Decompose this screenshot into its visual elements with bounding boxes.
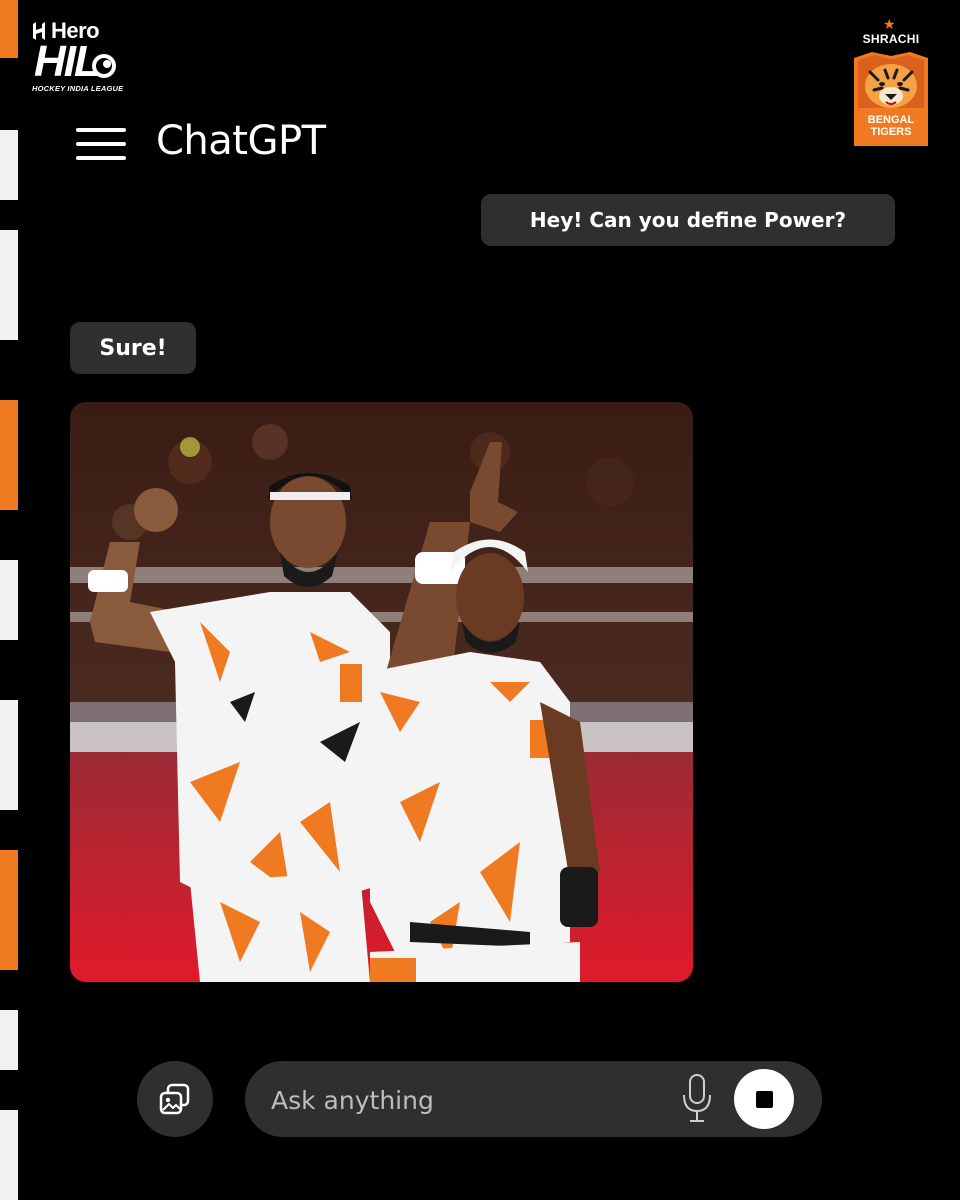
team-name-line2: TIGERS <box>870 126 912 138</box>
message-input[interactable] <box>269 1079 673 1121</box>
hockey-india-league-logo: Hero HIL HOCKEY INDIA LEAGUE <box>32 18 132 98</box>
microphone-button[interactable] <box>681 1073 713 1125</box>
players-celebrating-photo <box>70 402 693 982</box>
image-attach-icon <box>159 1083 190 1115</box>
user-message-bubble: Hey! Can you define Power? <box>481 194 895 246</box>
attach-image-button[interactable] <box>137 1061 213 1137</box>
left-decorative-strip <box>0 0 20 1200</box>
assistant-message-text: Sure! <box>99 335 167 361</box>
assistant-message-bubble: Sure! <box>70 322 196 374</box>
bengal-tigers-logo: ★ SHRACHI BENGAL TIGERS <box>848 18 934 152</box>
league-name: HOCKEY INDIA LEAGUE <box>32 84 124 93</box>
star-icon: ★ <box>883 17 896 33</box>
user-message-text: Hey! Can you define Power? <box>529 208 847 232</box>
app-title: ChatGPT <box>156 118 326 164</box>
team-sponsor: SHRACHI <box>862 32 920 46</box>
stop-icon <box>755 1090 773 1108</box>
hamburger-menu-icon[interactable] <box>76 128 128 162</box>
microphone-icon <box>683 1074 711 1122</box>
stop-button[interactable] <box>734 1069 794 1129</box>
team-name-line1: BENGAL <box>867 114 915 126</box>
hockey-ball-icon <box>92 54 116 78</box>
message-composer <box>245 1061 822 1137</box>
assistant-image[interactable] <box>70 402 693 982</box>
